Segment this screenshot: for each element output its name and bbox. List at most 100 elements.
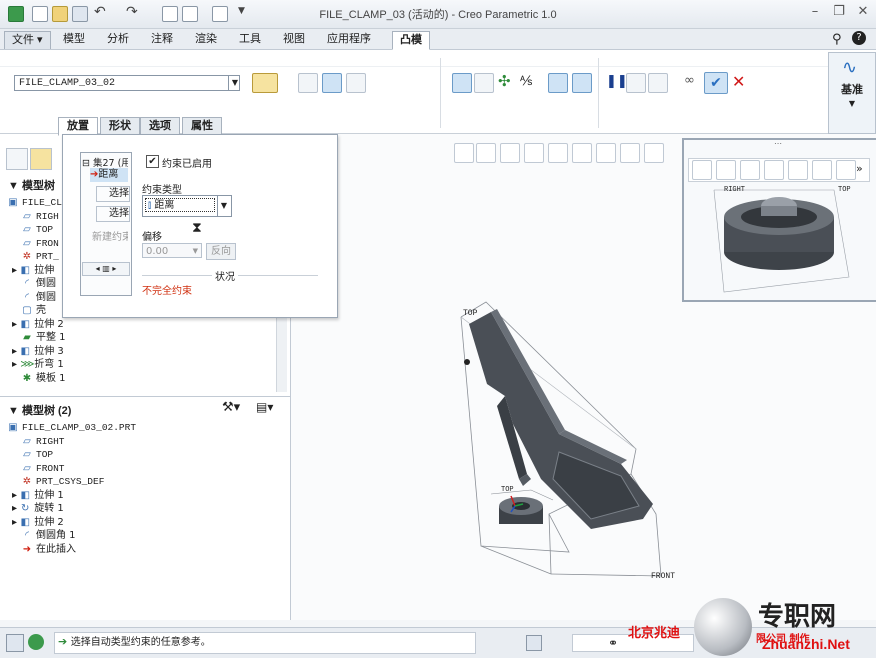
find-binoculars-icon[interactable]: ⚭ — [608, 636, 618, 650]
zoom-out-icon[interactable] — [500, 143, 520, 163]
drag-handle[interactable]: ⋯ — [684, 140, 872, 148]
repaint-icon[interactable] — [524, 143, 544, 163]
tree-icon[interactable]: ✣ — [498, 72, 511, 90]
tab-model[interactable]: 模型 — [56, 31, 92, 48]
tree2-item-extrude-2[interactable]: ▸ ◧ 拉伸 2 — [8, 516, 278, 530]
glasses-icon[interactable]: ∞ — [684, 73, 695, 88]
display-style-icon[interactable] — [788, 160, 808, 180]
tree-settings-icon[interactable]: ⚒▾ — [222, 400, 240, 415]
ratio-icon[interactable]: ⅍ — [520, 73, 532, 89]
extrude-icon: ◧ — [20, 489, 30, 501]
tab-punch[interactable]: 凸模 — [392, 31, 430, 50]
select-reference-b[interactable]: 选择 — [96, 206, 130, 222]
navigator-toggle-icon[interactable] — [6, 634, 24, 652]
minimize-button[interactable]: – — [806, 4, 824, 20]
assembly-window-icon[interactable] — [572, 73, 592, 93]
tree-item-extrude-2[interactable]: ▸ ◧ 拉伸 2 — [8, 318, 278, 332]
datum-display-icon[interactable] — [620, 143, 640, 163]
tree-item-extrude-3[interactable]: ▸ ◧ 拉伸 3 — [8, 345, 278, 359]
saved-orientations-icon[interactable] — [572, 143, 592, 163]
tree2-item-csys[interactable]: ✲ PRT_CSYS_DEF — [8, 475, 278, 489]
more-icon[interactable]: » — [856, 162, 863, 175]
regen-status-icon[interactable] — [526, 635, 542, 651]
restore-button[interactable]: ❐ — [830, 4, 848, 20]
refit-icon[interactable] — [692, 160, 712, 180]
remove-icon[interactable] — [346, 73, 366, 93]
title-bar: ↶ ↷ ▼ FILE_CLAMP_03 (活动的) - Creo Paramet… — [0, 0, 876, 29]
constraint-type-label: 约束类型 — [142, 185, 182, 196]
constraint-set[interactable]: ⊟ 集27 (用 — [82, 155, 128, 169]
pause-icon[interactable]: ❚❚ — [606, 74, 628, 89]
view-manager-icon[interactable] — [812, 160, 832, 180]
tree-item-bend[interactable]: ▸ ⋙折弯 1 — [8, 358, 278, 372]
select-reference-a[interactable]: 选择 — [96, 186, 130, 202]
tree2-item-right[interactable]: ▱ RIGHT — [8, 435, 278, 449]
edit-sketch-icon[interactable] — [298, 73, 318, 93]
datum-wave-icon: ∿ — [842, 57, 858, 78]
offset-label: 偏移 — [142, 232, 162, 243]
view-manager-icon[interactable] — [596, 143, 616, 163]
browser-toggle-icon[interactable] — [28, 634, 44, 650]
zoom-out-icon[interactable] — [740, 160, 760, 180]
component-preview — [713, 189, 850, 293]
tree-columns-icon[interactable]: ▤▾ — [256, 400, 273, 414]
component-window-icon[interactable] — [322, 73, 342, 93]
chevron-down-icon[interactable]: ▼ — [228, 75, 241, 91]
datum-button[interactable]: ∿ 基准 ▼ — [828, 52, 876, 134]
spin-center-icon[interactable] — [644, 143, 664, 163]
tab-tools[interactable]: 工具 — [232, 31, 268, 48]
flat-icon: ▰ — [23, 332, 31, 343]
constraint-type-select[interactable]: ⫾ 距离 ▼ — [142, 195, 232, 217]
folder-browser-icon[interactable] — [30, 148, 52, 170]
chevron-down-icon: ▼ — [217, 196, 230, 216]
constraint-enabled-checkbox[interactable]: ✔ — [146, 155, 159, 168]
separate-window-icon[interactable] — [548, 73, 568, 93]
file-menu[interactable]: 文件 ▾ — [4, 31, 51, 49]
datum-plane-icon: ▱ — [23, 237, 31, 249]
new-constraint-link[interactable]: 新建约束 — [92, 228, 128, 243]
flip-button[interactable]: 反向 — [206, 243, 236, 260]
component-icon[interactable] — [474, 73, 494, 93]
offset-input[interactable]: 0.00 ▼ — [142, 243, 202, 258]
close-button[interactable]: ✕ — [854, 4, 872, 20]
tree2-item-part[interactable]: ▣ FILE_CLAMP_03_02.PRT — [8, 421, 278, 435]
tree2-item-extrude-1[interactable]: ▸ ◧ 拉伸 1 — [8, 489, 278, 503]
help-icon[interactable]: ? — [852, 31, 866, 45]
constraint-item-distance[interactable]: ➔距离 — [90, 168, 128, 182]
camera-icon[interactable] — [836, 160, 856, 180]
repaint-icon[interactable] — [764, 160, 784, 180]
tab-analysis[interactable]: 分析 — [100, 31, 136, 48]
tab-annotate[interactable]: 注释 — [144, 31, 180, 48]
placement-display-icon[interactable] — [452, 73, 472, 93]
zoom-in-icon[interactable] — [716, 160, 736, 180]
hourglass-icon: ⧗ — [192, 220, 202, 236]
tree2-item-top[interactable]: ▱ TOP — [8, 448, 278, 462]
zoom-in-icon[interactable] — [476, 143, 496, 163]
search-icon[interactable]: ⚲ — [832, 32, 842, 47]
preview-icon[interactable] — [648, 73, 668, 93]
tree-item-flat[interactable]: ▰ 平整 1 — [8, 331, 278, 345]
open-reference-button[interactable] — [252, 73, 278, 93]
datum-label-top: TOP — [463, 309, 478, 318]
tree2-item-front[interactable]: ▱ FRONT — [8, 462, 278, 476]
tree-view-icon[interactable] — [6, 148, 28, 170]
watermark-text-right: 专职网 — [758, 602, 837, 632]
watermark-text-left: 北京兆迪 — [628, 626, 681, 641]
tab-render[interactable]: 渲染 — [188, 31, 224, 48]
tree-item-form[interactable]: ✱ 模板 1 — [8, 372, 278, 386]
form-icon: ✱ — [22, 372, 32, 384]
cancel-x-icon[interactable]: ✕ — [732, 72, 745, 91]
list-scrollbar[interactable]: ◂ ▥ ▸ — [82, 262, 130, 276]
tab-applications[interactable]: 应用程序 — [320, 31, 378, 48]
tab-view[interactable]: 视图 — [276, 31, 312, 48]
component-window[interactable]: ⋯ » RIGHT TOP — [682, 138, 876, 302]
tree2-item-insert-here[interactable]: ➜ 在此插入 — [8, 543, 278, 557]
display-style-icon[interactable] — [548, 143, 568, 163]
tree2-item-round[interactable]: ◜ 倒圆角 1 — [8, 529, 278, 543]
tree2-item-revolve[interactable]: ▸ ↻ 旋转 1 — [8, 502, 278, 516]
refit-icon[interactable] — [454, 143, 474, 163]
confirm-check-icon[interactable]: ✔ — [704, 72, 728, 94]
no-preview-icon[interactable] — [626, 73, 646, 93]
part-icon: ▣ — [8, 422, 18, 433]
reference-model-select[interactable]: FILE_CLAMP_03_02 — [14, 75, 240, 91]
